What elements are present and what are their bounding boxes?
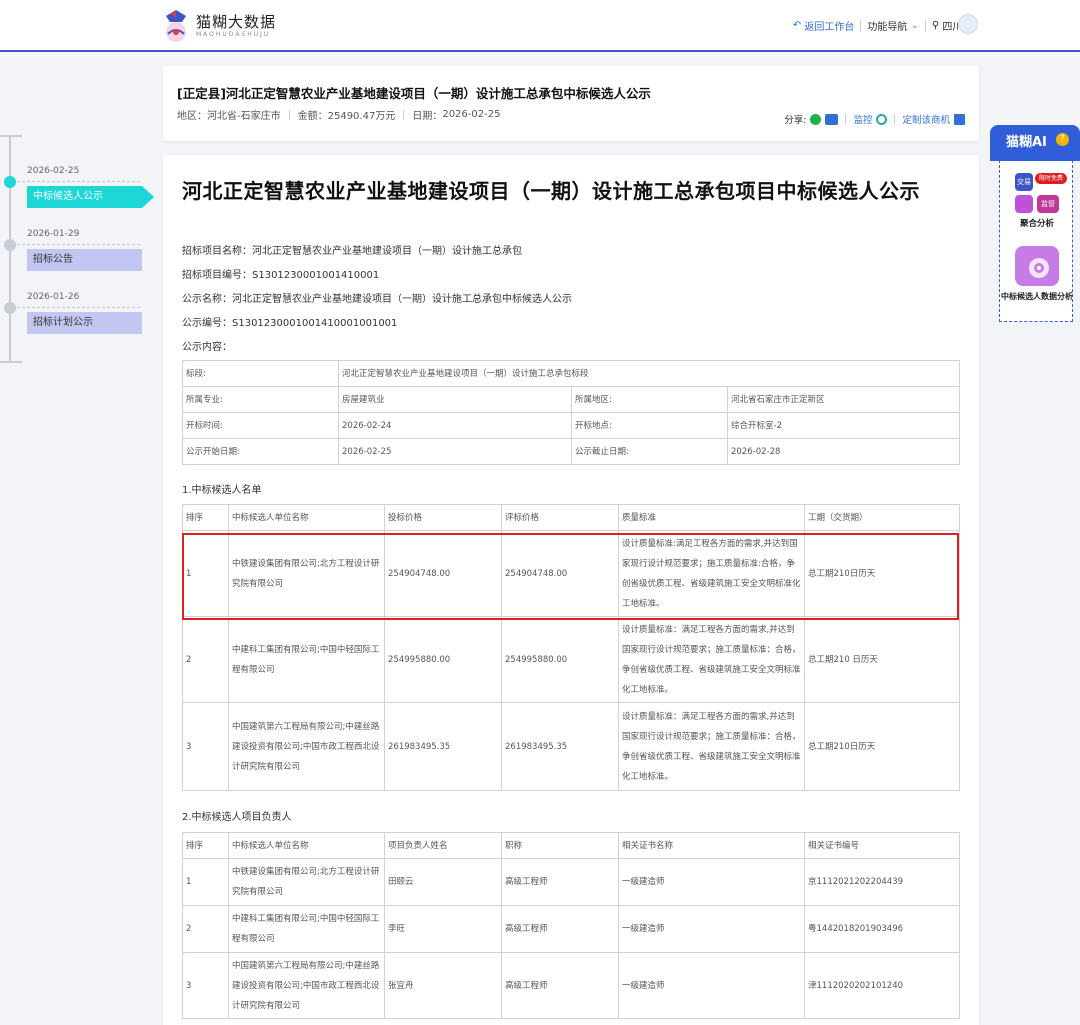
top-nav: ↶ 返回工作台 功能导航 ⌄ ⚲ 四川 ⌄ <box>787 18 980 33</box>
table-row: 公示开始日期: 2026-02-25 公示截止日期: 2026-02-28 <box>182 438 960 465</box>
function-nav-dropdown[interactable]: 功能导航 ⌄ <box>861 18 925 33</box>
field-project-name: 招标项目名称：河北正定智慧农业产业基地建设项目（一期）设计施工总承包 <box>182 246 522 257</box>
section-managers-title: 2.中标候选人项目负责人 <box>182 812 292 823</box>
amount-value: 25490.47万元 <box>327 111 396 122</box>
candidate-analysis-label[interactable]: 中标候选人数据分析 <box>1000 292 1074 302</box>
table-row: 1 中铁建设集团有限公司;北方工程设计研究院有限公司 田颐云 高级工程师 一级建造师 京1… <box>182 858 960 906</box>
timeline-dot-active <box>4 176 16 188</box>
back-to-workbench-link[interactable]: ↶ 返回工作台 <box>787 18 861 33</box>
highlight-box <box>182 533 959 620</box>
supervise-tag[interactable]: 监管 <box>1037 195 1059 213</box>
help-icon[interactable]: ? <box>1056 133 1069 146</box>
date-value: 2026-02-25 <box>442 109 501 120</box>
table-row: 3 中国建筑第六工程局有限公司;中建丝路建设投资有限公司;中国市政工程西北设计研究… <box>182 702 960 791</box>
bookmark-icon[interactable] <box>954 113 965 125</box>
avatar[interactable] <box>958 14 978 34</box>
table-row: 2 中建科工集团有限公司;中国中轻国际工程有限公司 李旺 高级工程师 一级建造师 粤144… <box>182 905 960 953</box>
summary-meta: 地区： 河北省-石家庄市 金额： 25490.47万元 日期： 2026-02-25 <box>177 109 501 122</box>
section-candidates-title: 1.中标候选人名单 <box>182 485 262 496</box>
logo[interactable]: 猫糊大数据 MAOHUDASHUJU <box>162 6 276 46</box>
timeline-item-plan-notice[interactable]: 招标计划公示 <box>27 312 142 334</box>
timeline-date: 2026-02-25 <box>27 166 80 176</box>
top-bar: 猫糊大数据 MAOHUDASHUJU ↶ 返回工作台 功能导航 ⌄ ⚲ 四川 ⌄ <box>0 0 1080 52</box>
timeline-item-tender-notice[interactable]: 招标公告 <box>27 249 142 271</box>
aggregate-icon[interactable] <box>1015 195 1033 213</box>
monitor-icon[interactable] <box>876 113 888 125</box>
table-row: 3 中国建筑第六工程局有限公司;中建丝路建设投资有限公司;中国市政工程西北设计研究… <box>182 952 960 1019</box>
timeline-item-candidate-notice[interactable]: 中标候选人公示 <box>27 186 142 208</box>
managers-table: 排序 中标候选人单位名称 项目负责人姓名 职称 相关证书名称 相关证书编号 1 中铁建设集团… <box>182 832 960 1019</box>
chevron-down-icon: ⌄ <box>910 20 919 31</box>
timeline-dot <box>4 239 16 251</box>
location-pin-icon: ⚲ <box>931 20 940 31</box>
summary-card: [正定县]河北正定智慧农业产业基地建设项目（一期）设计施工总承包中标候选人公示 … <box>163 66 979 141</box>
logo-icon <box>162 8 190 44</box>
back-arrow-icon: ↶ <box>792 20 802 31</box>
timeline-date: 2026-01-29 <box>27 229 80 239</box>
summary-title: [正定县]河北正定智慧农业产业基地建设项目（一期）设计施工总承包中标候选人公示 <box>177 86 651 101</box>
table-row: 所属专业: 房屋建筑业 所属地区: 河北省石家庄市正定新区 <box>182 386 960 413</box>
aggregate-analysis-label[interactable]: 聚合分析 <box>1000 219 1074 229</box>
field-project-number: 招标项目编号：S1301230001001410001 <box>182 270 380 281</box>
region-value: 河北省-石家庄市 <box>207 111 281 122</box>
pc-icon[interactable] <box>825 113 839 125</box>
free-badge: 限时免费 <box>1035 173 1067 184</box>
trade-tag[interactable]: 交易 <box>1015 173 1033 191</box>
timeline: 2026-02-25 中标候选人公示 2026-01-29 招标公告 2026-… <box>0 135 160 365</box>
table-row: 2 中建科工集团有限公司;中国中轻国际工程有限公司 254995880.00 2549… <box>182 616 960 703</box>
table-row: 标段: 河北正定智慧农业产业基地建设项目（一期）设计施工总承包标段 <box>182 360 960 387</box>
customize-link[interactable]: 定制该商机 <box>902 112 950 126</box>
share-label: 分享: <box>784 115 807 126</box>
ai-panel: 交易 限时免费 监管 聚合分析 中标候选人数据分析 猫糊AI ? <box>990 125 1080 322</box>
logo-subtitle: MAOHUDASHUJU <box>196 31 271 38</box>
info-table: 标段: 河北正定智慧农业产业基地建设项目（一期）设计施工总承包标段 所属专业: 房屋… <box>182 360 960 465</box>
field-notice-number: 公示编号：S1301230001001410001001001 <box>182 318 398 329</box>
share-bar: 分享: 监控 定制该商机 <box>784 112 965 126</box>
ai-title: 猫糊AI <box>1006 135 1047 150</box>
document-title: 河北正定智慧农业产业基地建设项目（一期）设计施工总承包项目中标候选人公示 <box>182 179 920 203</box>
ai-body: 交易 限时免费 监管 聚合分析 中标候选人数据分析 <box>999 155 1073 322</box>
table-header-row: 排序 中标候选人单位名称 投标价格 评标价格 质量标准 工期（交货期） <box>182 504 960 531</box>
field-notice-content: 公示内容： <box>182 342 232 353</box>
timeline-dot <box>4 302 16 314</box>
wechat-icon[interactable] <box>810 113 822 125</box>
field-notice-name: 公示名称：河北正定智慧农业产业基地建设项目（一期）设计施工总承包中标候选人公示 <box>182 294 572 305</box>
table-row: 开标时间: 2026-02-24 开标地点: 综合开标室-2 <box>182 412 960 439</box>
target-icon[interactable] <box>1015 246 1059 286</box>
table-header-row: 排序 中标候选人单位名称 项目负责人姓名 职称 相关证书名称 相关证书编号 <box>182 832 960 859</box>
logo-name: 猫糊大数据 <box>196 13 277 31</box>
monitor-link[interactable]: 监控 <box>853 112 872 126</box>
timeline-date: 2026-01-26 <box>27 292 80 302</box>
